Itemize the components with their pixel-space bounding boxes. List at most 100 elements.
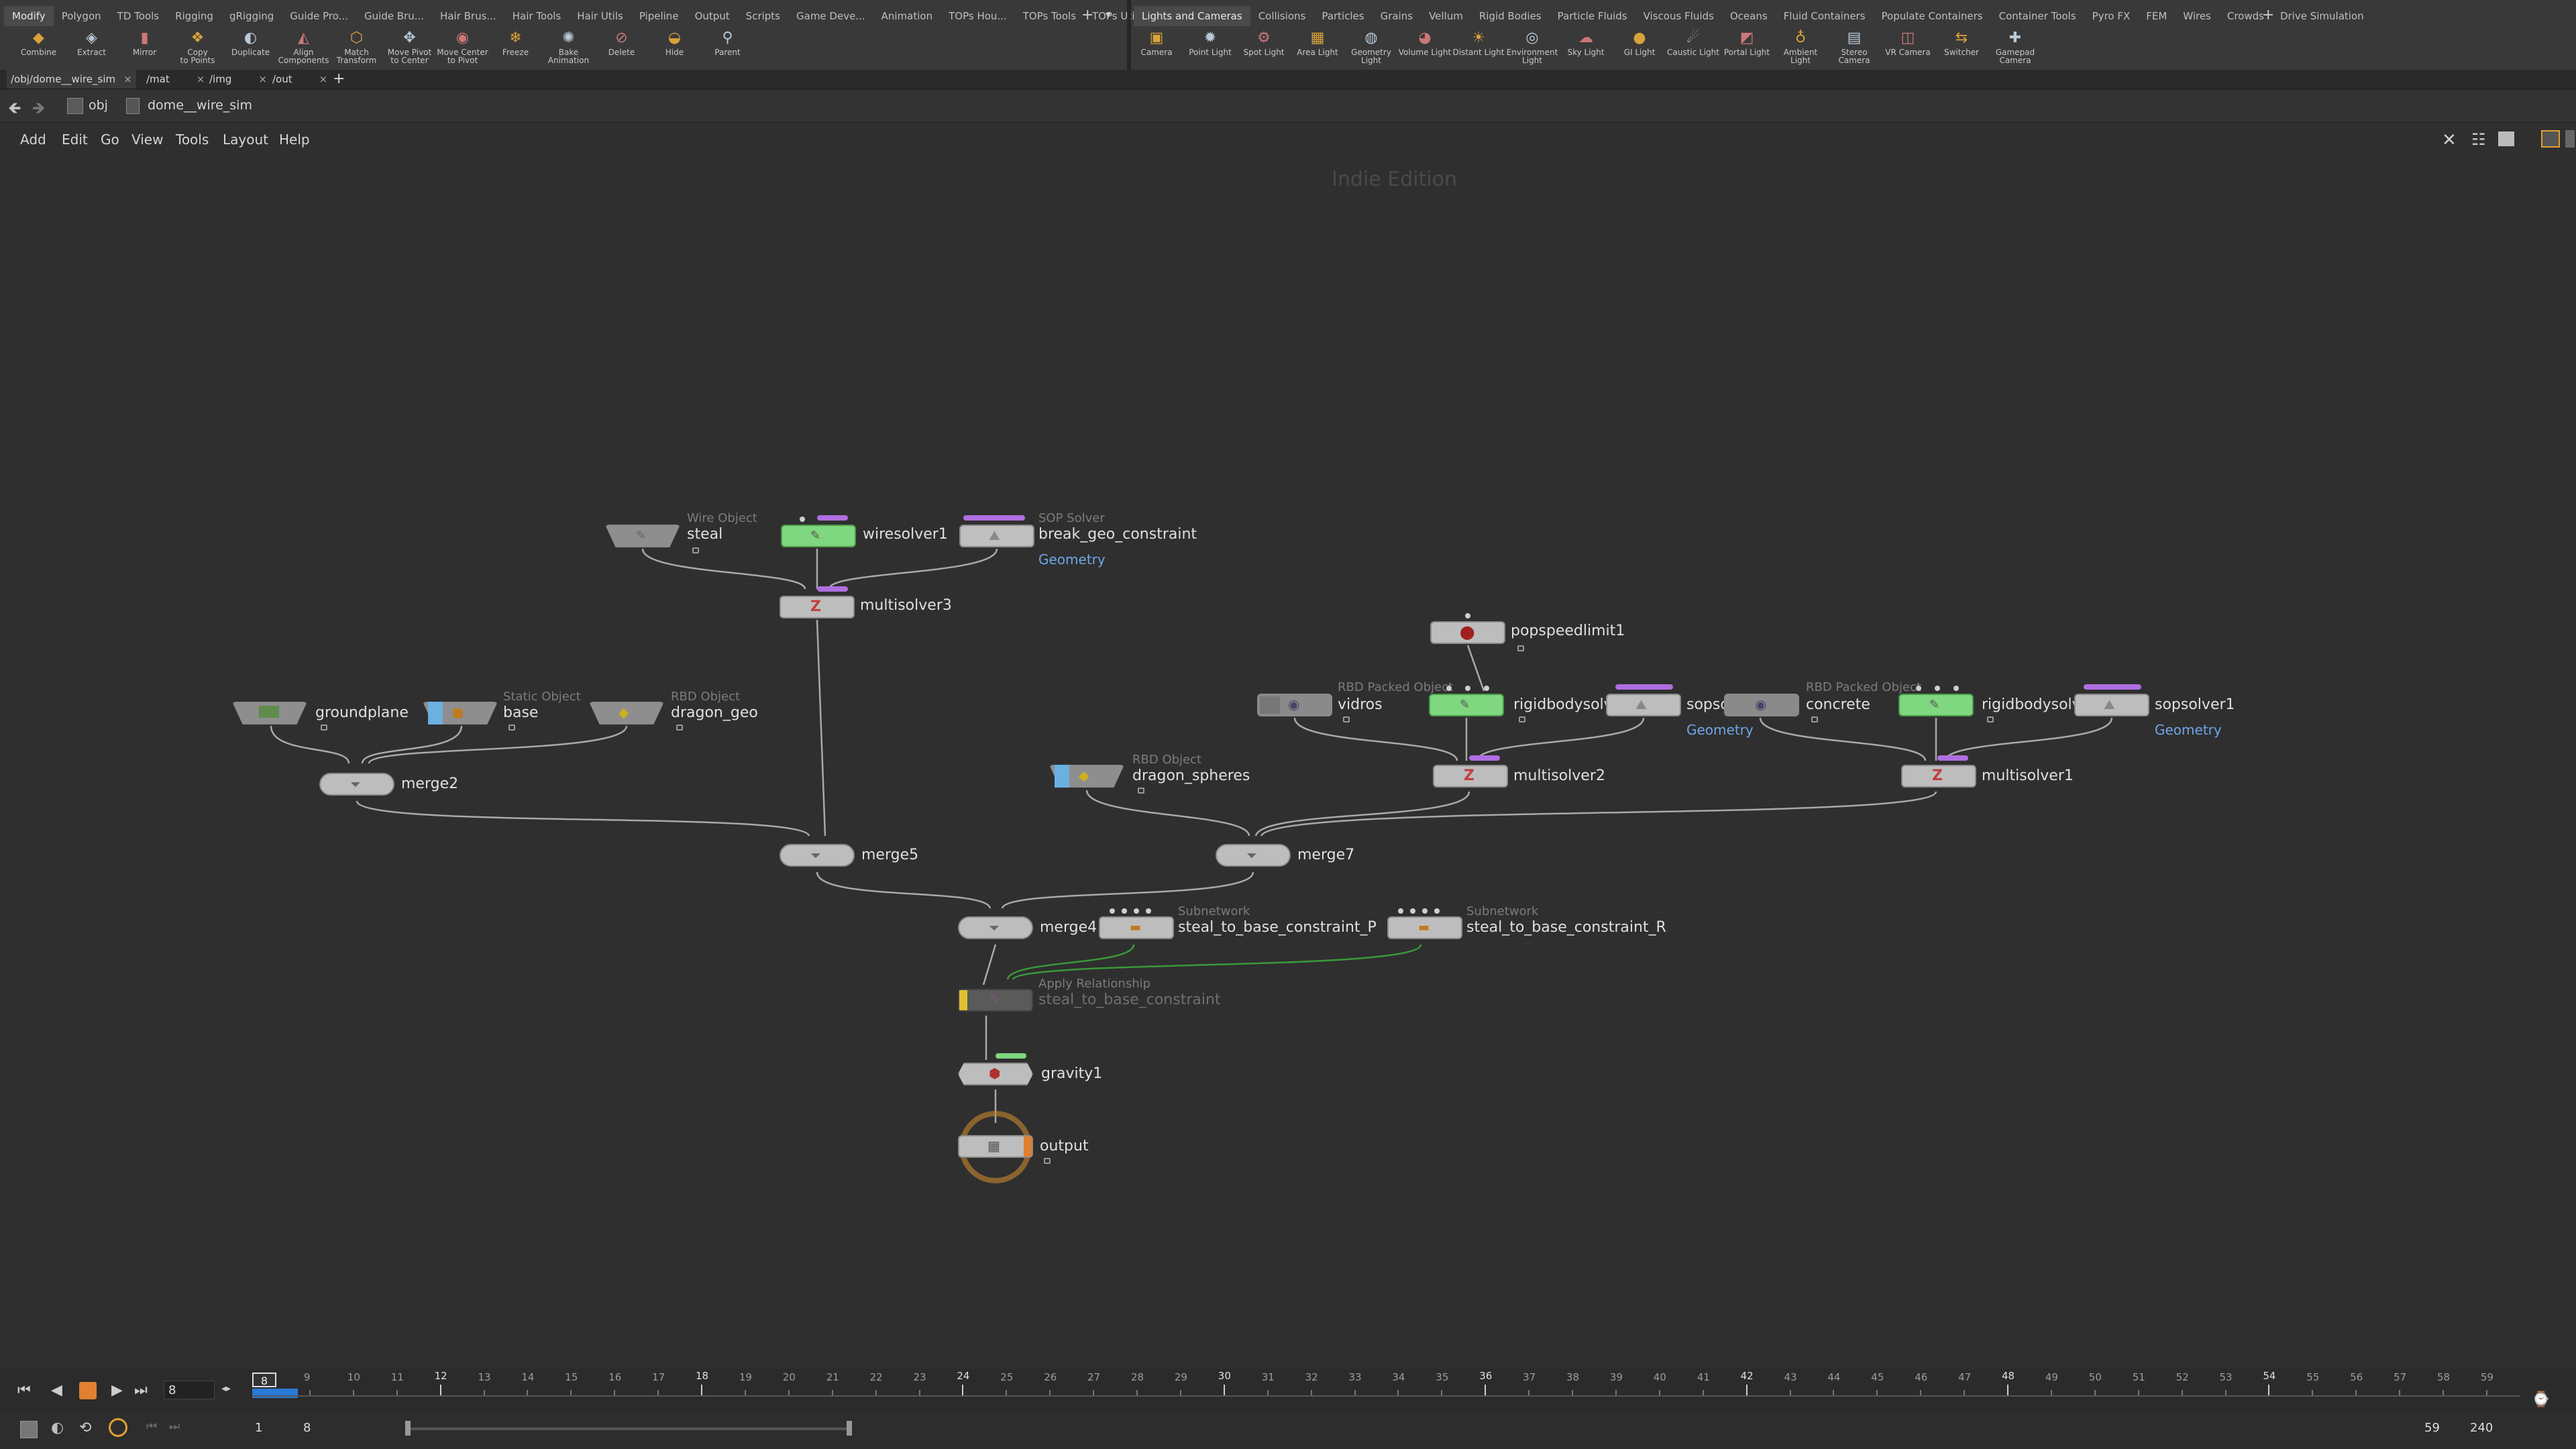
node-steal[interactable]: ✎	[605, 525, 680, 547]
input-dot[interactable]	[1465, 613, 1470, 619]
node-name-label[interactable]: multisolver1	[1982, 767, 2074, 784]
node-steal-to-base-constraint-p[interactable]: ▬	[1099, 916, 1174, 939]
node-name-label[interactable]: gravity1	[1041, 1065, 1102, 1082]
node-name-label[interactable]: multisolver2	[1513, 767, 1605, 784]
node-name-label[interactable]: dragon_spheres	[1132, 767, 1250, 784]
prev-key-icon[interactable]: ⏮	[146, 1419, 157, 1434]
node-name-label[interactable]: sopsolver1	[2155, 696, 2235, 713]
node-merge7[interactable]: ⏷	[1216, 844, 1291, 867]
node-name-label[interactable]: multisolver3	[860, 597, 952, 614]
range-end-handle[interactable]	[847, 1421, 852, 1436]
node-name-label[interactable]: merge5	[861, 847, 918, 863]
display-flag[interactable]	[1055, 765, 1069, 788]
input-dot[interactable]	[1434, 908, 1440, 914]
timeline-tick-label: 48	[2002, 1370, 2015, 1382]
output-flag[interactable]	[1024, 1136, 1032, 1157]
node-sopsolver2[interactable]: ⛰	[1606, 694, 1681, 716]
node-name-label[interactable]: merge7	[1297, 847, 1354, 863]
node-name-label[interactable]: steal_to_base_constraint	[1038, 991, 1221, 1008]
node-name-label[interactable]: concrete	[1806, 696, 1870, 713]
node-rigidbodysolver1[interactable]: ✎	[1898, 694, 1974, 716]
geometry-link[interactable]: Geometry	[2155, 722, 2222, 738]
range-end-field[interactable]: 59	[2424, 1421, 2440, 1435]
input-dot[interactable]	[1134, 908, 1139, 914]
data-output-indicator	[2084, 684, 2141, 690]
input-dot[interactable]	[1935, 686, 1940, 691]
node-name-label[interactable]: break_geo_constraint	[1038, 526, 1197, 543]
node-apply-relationship[interactable]: ✎	[958, 989, 1033, 1012]
node-dragon-spheres[interactable]: ◆	[1049, 765, 1124, 788]
loop-icon[interactable]: ⟲	[79, 1419, 91, 1436]
timeline-tick	[1049, 1390, 1051, 1395]
node-wiresolver1[interactable]: ✎	[781, 525, 856, 547]
geometry-link[interactable]: Geometry	[1038, 551, 1106, 568]
node-name-label[interactable]: vidros	[1338, 696, 1383, 713]
input-dot[interactable]	[1484, 686, 1489, 691]
node-vidros[interactable]: ◉	[1257, 694, 1332, 716]
node-merge5[interactable]: ⏷	[780, 844, 855, 867]
input-dot[interactable]	[1446, 686, 1452, 691]
merge-icon: ⏷	[810, 847, 821, 863]
bypass-flag[interactable]	[959, 990, 967, 1010]
range-start-field[interactable]: 8	[303, 1421, 311, 1435]
node-name-label[interactable]: dragon_geo	[671, 704, 758, 721]
next-key-icon[interactable]: ⏭	[169, 1419, 180, 1434]
node-break-geo-constraint[interactable]: ⛰	[959, 525, 1034, 547]
node-name-label[interactable]: output	[1040, 1138, 1089, 1155]
node-name-label[interactable]: steal_to_base_constraint_R	[1466, 919, 1666, 936]
node-output[interactable]: ▦	[958, 1135, 1033, 1158]
input-dot[interactable]	[1953, 686, 1959, 691]
node-name-label[interactable]: steal	[687, 526, 722, 543]
timeline-tick	[2355, 1390, 2357, 1395]
realtime-icon[interactable]: ⌚	[2532, 1391, 2550, 1408]
node-concrete[interactable]: ◉	[1724, 694, 1799, 716]
input-dot[interactable]	[1916, 686, 1921, 691]
input-dot[interactable]	[1422, 908, 1428, 914]
input-dot[interactable]	[1465, 686, 1470, 691]
input-dot[interactable]	[1398, 908, 1403, 914]
node-popspeedlimit1[interactable]: ⬤	[1430, 621, 1505, 644]
timeline-tick-label: 19	[739, 1371, 752, 1383]
keyframe-icon[interactable]	[20, 1421, 38, 1438]
node-base[interactable]: ■	[423, 702, 498, 724]
node-rigidbodysolver2[interactable]: ✎	[1429, 694, 1504, 716]
timeline-tick-label: 54	[2263, 1370, 2276, 1382]
bypass-flag[interactable]	[1260, 696, 1280, 714]
input-dot[interactable]	[1122, 908, 1127, 914]
node-multisolver1[interactable]: Z	[1901, 765, 1976, 788]
global-end-field[interactable]: 240	[2470, 1421, 2493, 1435]
node-name-label[interactable]: rigidbodysolv	[1513, 696, 1613, 713]
input-dot[interactable]	[800, 517, 805, 522]
node-name-label[interactable]: rigidbodysolv	[1982, 696, 2081, 713]
node-merge2[interactable]: ⏷	[319, 773, 394, 796]
node-merge4[interactable]: ⏷	[958, 916, 1033, 939]
node-sopsolver1[interactable]: ⛰	[2074, 694, 2149, 716]
node-name-label[interactable]: steal_to_base_constraint_P	[1178, 919, 1377, 936]
node-name-label[interactable]: base	[503, 704, 538, 721]
display-flag[interactable]	[428, 702, 443, 724]
node-groundplane[interactable]	[232, 702, 307, 724]
range-start-handle[interactable]	[405, 1421, 411, 1436]
node-name-label[interactable]: merge2	[401, 775, 458, 792]
node-name-label[interactable]: groundplane	[315, 704, 409, 721]
node-name-label[interactable]: wiresolver1	[863, 526, 948, 543]
node-multisolver2[interactable]: Z	[1433, 765, 1508, 788]
geometry-link[interactable]: Geometry	[1686, 722, 1754, 738]
global-start-field[interactable]: 1	[255, 1421, 262, 1435]
audio-icon[interactable]: ◐	[51, 1419, 64, 1436]
node-steal-to-base-constraint-r[interactable]: ▬	[1387, 916, 1462, 939]
input-dot[interactable]	[1146, 908, 1151, 914]
wire-multisolver1-merge7	[1260, 791, 1937, 837]
timeline-tick	[1702, 1390, 1704, 1395]
lock-icon	[321, 724, 327, 731]
node-dragon-geo[interactable]: ◆	[589, 702, 664, 724]
node-multisolver3[interactable]: Z	[780, 596, 855, 619]
realtime-toggle-icon[interactable]	[109, 1418, 127, 1437]
node-gravity1[interactable]: ⬢	[958, 1063, 1033, 1085]
range-slider[interactable]	[409, 1428, 849, 1430]
wire-steal-multisolver3	[641, 548, 806, 590]
input-dot[interactable]	[1110, 908, 1115, 914]
node-name-label[interactable]: popspeedlimit1	[1511, 623, 1625, 639]
input-dot[interactable]	[1410, 908, 1415, 914]
node-name-label[interactable]: merge4	[1040, 919, 1097, 936]
